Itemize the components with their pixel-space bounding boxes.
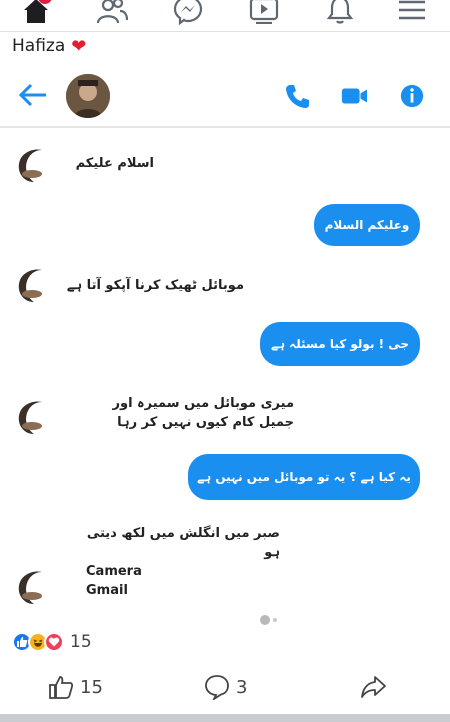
sender-avatar (12, 566, 58, 612)
messenger-screenshot: اسلام علیکم وعلیکم السلام موبائل ٹھیک کر… (0, 64, 450, 626)
comment-bubble-icon (205, 675, 229, 700)
like-count: 15 (80, 676, 103, 698)
friends-tab[interactable] (92, 0, 132, 28)
post-author-name[interactable]: Hafiza (12, 36, 65, 56)
share-arrow-icon (361, 676, 386, 698)
outgoing-message-bubble: وعلیکم السلام (314, 204, 420, 246)
notifications-tab[interactable] (320, 0, 360, 28)
menu-tab[interactable] (392, 0, 432, 28)
crescent-moon-avatar (12, 264, 58, 310)
incoming-message: Gmail (86, 583, 128, 598)
seen-indicator (260, 614, 286, 626)
comment-count: 3 (236, 676, 248, 698)
section-divider (0, 714, 450, 722)
chat-header (0, 64, 450, 128)
incoming-message: صبر میں انگلش میں لکھ دیتی ہو (86, 526, 280, 560)
phone-icon[interactable] (284, 83, 312, 109)
sender-avatar (12, 396, 58, 442)
heart-emoji: ❤ (71, 35, 87, 57)
crescent-moon-avatar (12, 396, 58, 442)
reaction-count: 15 (70, 632, 92, 652)
friends-icon (96, 0, 128, 24)
outgoing-message-bubble: یہ کیا ہے ؟ یہ تو موبائل میں نہیں ہے (188, 454, 420, 500)
outgoing-message-bubble: جی ! بولو کیا مسئلہ ہے (260, 322, 420, 366)
incoming-message: موبائل ٹھیک کرنا آپکو آتا ہے (66, 278, 244, 293)
video-camera-icon[interactable] (340, 83, 368, 109)
messenger-icon (173, 0, 203, 26)
facebook-top-nav (0, 0, 450, 32)
like-button[interactable]: 15 (48, 672, 103, 702)
watch-tab[interactable] (244, 0, 284, 28)
incoming-message: میری موبائل میں سمیرہ اور جمیل کام کیوں … (112, 396, 295, 430)
post-author-line: Hafiza ❤ (12, 34, 86, 58)
seen-dot-icon (273, 618, 277, 622)
crescent-moon-avatar (12, 144, 58, 190)
thumbs-up-icon (49, 676, 74, 699)
incoming-message: Camera (86, 564, 142, 579)
reactions-summary[interactable]: 15 (12, 630, 92, 654)
post-action-bar: 15 3 (0, 668, 450, 706)
sender-avatar (12, 144, 58, 190)
crescent-moon-avatar (12, 566, 58, 612)
avatar-photo (66, 74, 110, 118)
bell-icon (326, 0, 354, 24)
back-arrow-icon[interactable] (18, 82, 48, 108)
seen-avatar-icon (260, 615, 270, 625)
incoming-message: اسلام علیکم (75, 156, 154, 171)
watch-icon (249, 0, 279, 24)
share-button[interactable] (360, 672, 386, 702)
sender-avatar (12, 264, 58, 310)
comment-button[interactable]: 3 (204, 672, 247, 702)
contact-avatar[interactable] (66, 74, 110, 118)
love-reaction-icon (44, 632, 64, 652)
home-tab[interactable] (16, 0, 56, 28)
info-icon[interactable] (398, 83, 426, 109)
hamburger-menu-icon (399, 0, 425, 20)
messenger-tab[interactable] (168, 0, 208, 28)
